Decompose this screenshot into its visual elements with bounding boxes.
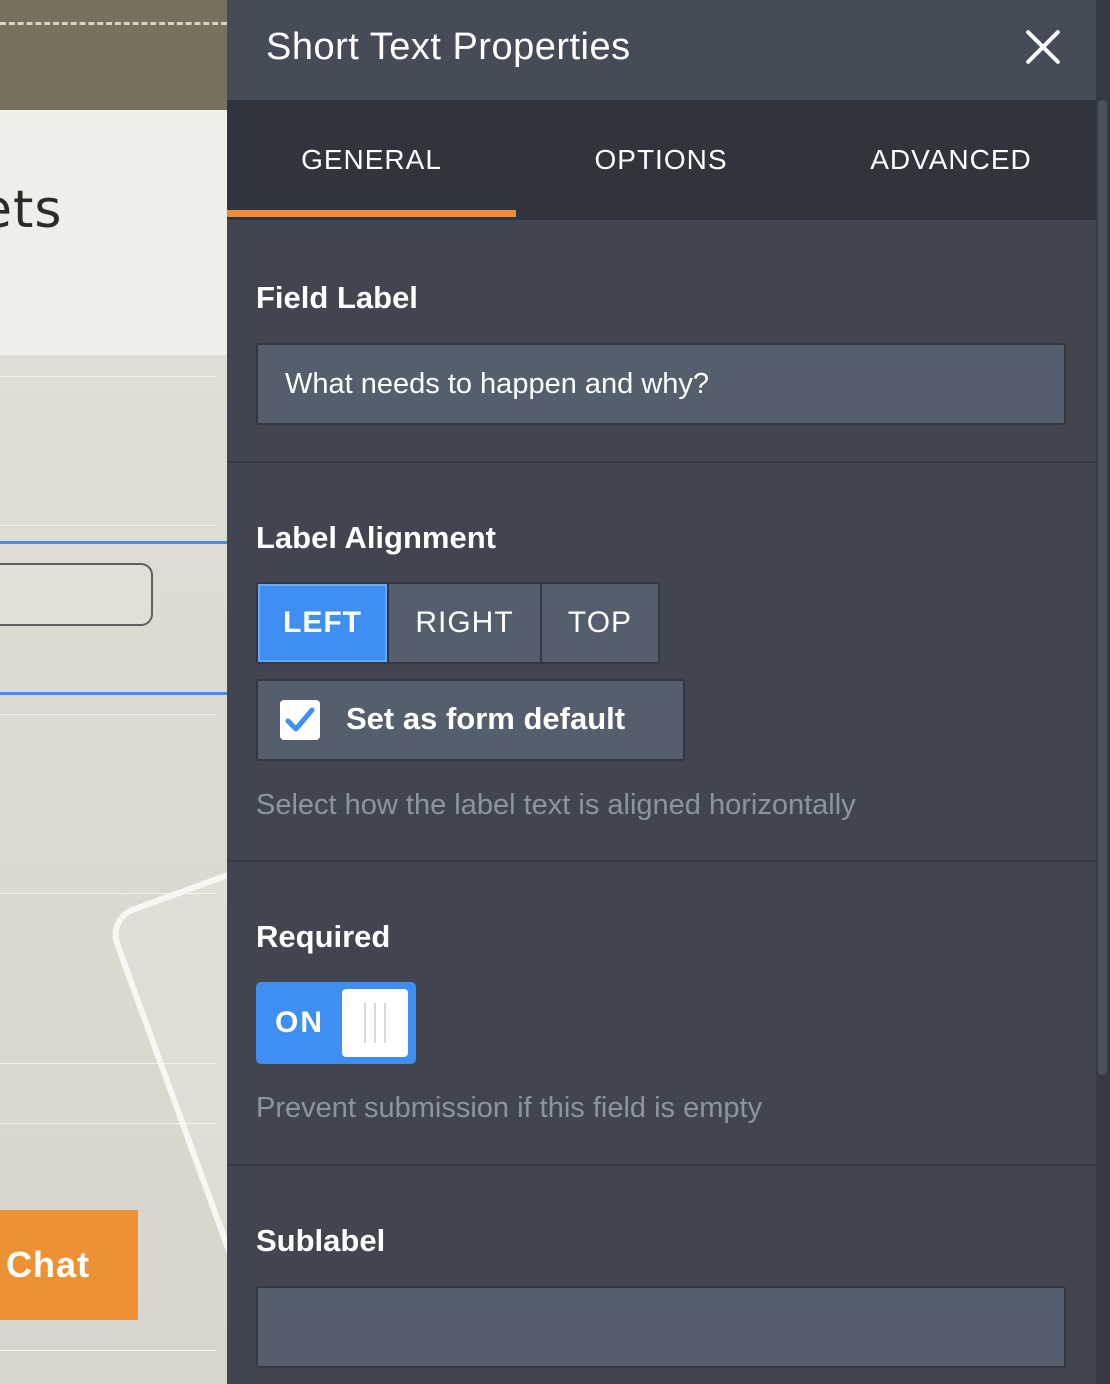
panel-scrollbar[interactable] xyxy=(1096,0,1110,1384)
dashed-divider xyxy=(0,22,227,25)
tab-options[interactable]: OPTIONS xyxy=(516,100,806,220)
form-default-label: Set as form default xyxy=(346,701,626,736)
sublabel-title: Sublabel xyxy=(256,1223,386,1258)
panel-header: Short Text Properties xyxy=(227,0,1096,100)
selected-field-outline-top xyxy=(0,541,227,544)
tab-advanced[interactable]: ADVANCED xyxy=(806,100,1096,220)
properties-panel: Short Text Properties GENERAL OPTIONS AD… xyxy=(227,0,1096,1384)
alignment-segmented-control: LEFT RIGHT TOP xyxy=(256,582,660,664)
selected-field-outline-bottom xyxy=(0,692,227,695)
panel-title: Short Text Properties xyxy=(266,26,631,68)
form-default-checkbox[interactable] xyxy=(280,700,320,740)
align-left-button[interactable]: LEFT xyxy=(258,584,387,662)
scrollbar-thumb[interactable] xyxy=(1098,100,1107,1075)
form-header-band xyxy=(0,0,227,110)
form-short-text-field[interactable] xyxy=(0,563,153,626)
divider xyxy=(0,1350,216,1351)
field-label-section: Field Label What needs to happen and why… xyxy=(227,220,1096,463)
toggle-knob[interactable] xyxy=(342,989,408,1057)
toggle-state-label: ON xyxy=(275,1006,324,1039)
form-canvas: ets Chat xyxy=(0,0,227,1384)
required-toggle[interactable]: ON xyxy=(256,982,416,1064)
close-icon[interactable] xyxy=(1022,26,1064,68)
align-right-button[interactable]: RIGHT xyxy=(387,584,540,662)
checkmark-icon xyxy=(285,707,315,732)
sublabel-input[interactable] xyxy=(256,1286,1066,1368)
divider xyxy=(0,714,216,715)
sublabel-section: Sublabel xyxy=(227,1166,1096,1384)
align-top-button[interactable]: TOP xyxy=(540,584,658,662)
label-alignment-hint: Select how the label text is aligned hor… xyxy=(256,789,856,821)
field-label-input[interactable]: What needs to happen and why? xyxy=(256,343,1066,425)
divider xyxy=(0,525,216,526)
field-label-title: Field Label xyxy=(256,280,418,315)
label-alignment-title: Label Alignment xyxy=(256,520,496,555)
required-hint: Prevent submission if this field is empt… xyxy=(256,1092,763,1124)
divider xyxy=(0,376,216,377)
form-header-text: ets xyxy=(0,180,63,240)
tab-general[interactable]: GENERAL xyxy=(227,100,516,220)
set-form-default-option[interactable]: Set as form default xyxy=(256,679,685,761)
tab-bar: GENERAL OPTIONS ADVANCED xyxy=(227,100,1096,220)
required-title: Required xyxy=(256,919,391,954)
chat-button[interactable]: Chat xyxy=(0,1210,138,1320)
